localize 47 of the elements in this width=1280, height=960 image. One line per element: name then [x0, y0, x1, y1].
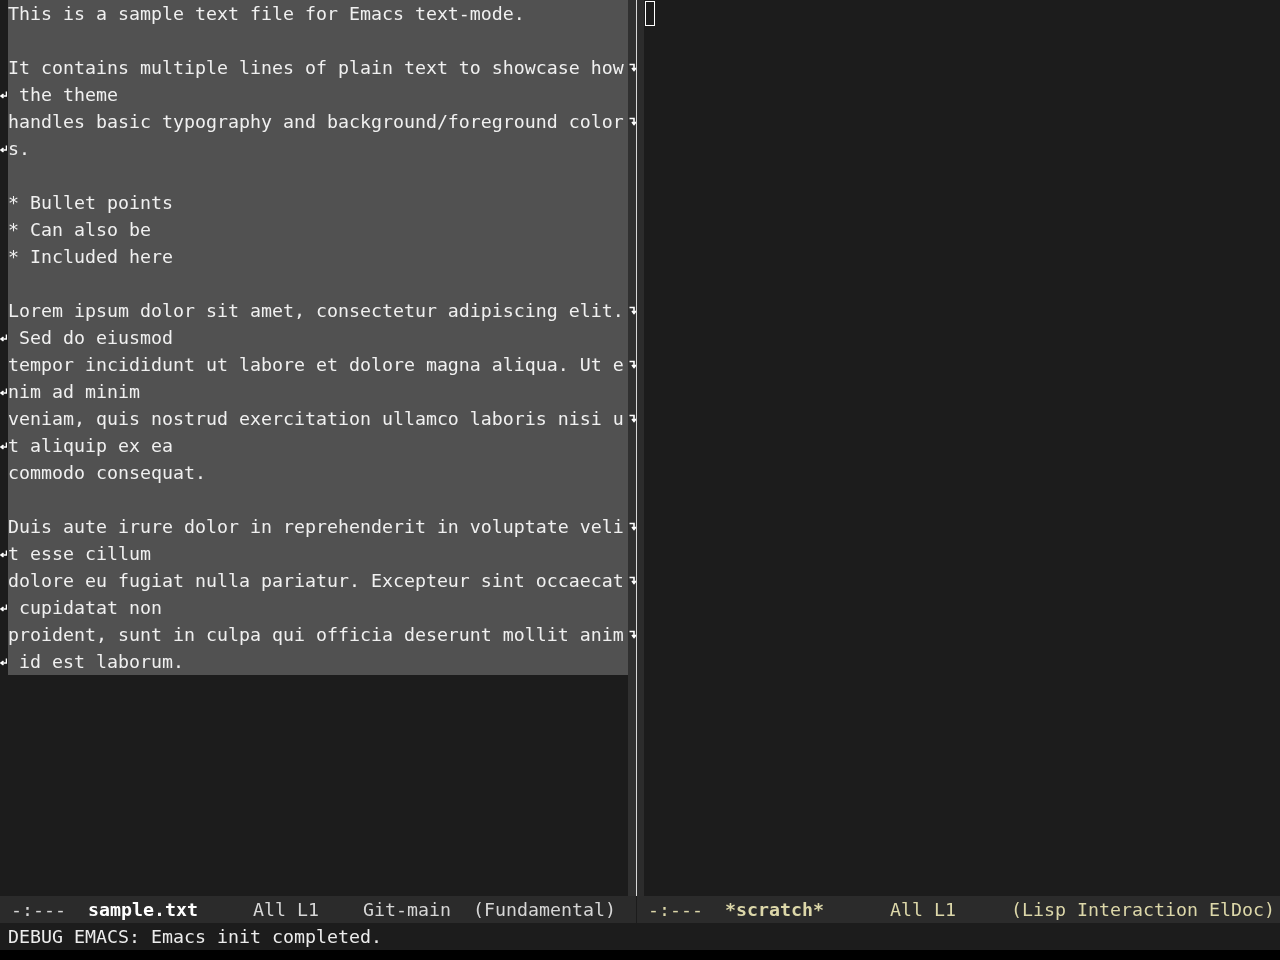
text-line: s. [8, 138, 30, 159]
text-line: nim ad minim [8, 381, 140, 402]
bent-arrow-icon [628, 360, 636, 369]
cursor-position: All L1 [253, 898, 319, 922]
bent-arrow-icon [628, 414, 636, 423]
text-line: * Bullet points [8, 192, 173, 213]
echo-message: DEBUG EMACS: Emacs init completed. [8, 925, 382, 949]
major-mode[interactable]: (Lisp Interaction ElDoc) [1010, 896, 1275, 923]
text-line: This is a sample text file for Emacs text-mode. [8, 3, 525, 24]
bent-arrow-icon [0, 90, 7, 99]
cursor-position: All L1 [890, 898, 956, 922]
text-line: t aliquip ex ea [8, 435, 173, 456]
major-mode[interactable]: (Fundamental) [472, 896, 616, 923]
text-line: id est laborum. [18, 651, 184, 672]
text-line: proident, sunt in culpa qui officia deserunt mollit anim [8, 624, 624, 645]
bent-arrow-icon [628, 117, 636, 126]
buffer-name[interactable]: *scratch* [725, 896, 857, 923]
text-line: dolore eu fugiat nulla pariatur. Excepteur sint occaecat [8, 570, 624, 591]
bent-arrow-icon [0, 387, 7, 396]
text-line: cupidatat non [18, 597, 162, 618]
text-line: It contains multiple lines of plain text to showcase how [8, 57, 624, 78]
text-line: tempor incididunt ut labore et dolore magna aliqua. Ut e [8, 354, 624, 375]
buffer-name[interactable]: sample.txt [88, 896, 220, 923]
text-line: t esse cillum [8, 543, 151, 564]
bent-arrow-icon [628, 63, 636, 72]
text-line: Lorem ipsum dolor sit amet, consectetur adipiscing elit. [8, 300, 624, 321]
modified-status[interactable]: -:--- [648, 896, 703, 923]
bent-arrow-icon [0, 333, 7, 342]
bent-arrow-icon [628, 630, 636, 639]
text-line: the theme [18, 84, 118, 105]
bent-arrow-icon [0, 603, 7, 612]
text-line: * Can also be [8, 219, 151, 240]
modified-status[interactable]: -:--- [11, 896, 66, 923]
text-line: commodo consequat. [8, 462, 206, 483]
bent-arrow-icon [628, 576, 636, 585]
text-line: Sed do eiusmod [18, 327, 173, 348]
text-line: handles basic typography and background/foreground color [8, 111, 624, 132]
bent-arrow-icon [0, 549, 7, 558]
vc-branch[interactable]: Git-main [362, 896, 451, 923]
bent-arrow-icon [628, 522, 636, 531]
bent-arrow-icon [0, 144, 7, 153]
text-line: Duis aute irure dolor in reprehenderit in voluptate veli [8, 516, 624, 537]
text-line: veniam, quis nostrud exercitation ullamco laboris nisi u [8, 408, 624, 429]
bent-arrow-icon [0, 657, 7, 666]
bent-arrow-icon [628, 306, 636, 315]
bent-arrow-icon [0, 441, 7, 450]
text-line: * Included here [8, 246, 173, 267]
